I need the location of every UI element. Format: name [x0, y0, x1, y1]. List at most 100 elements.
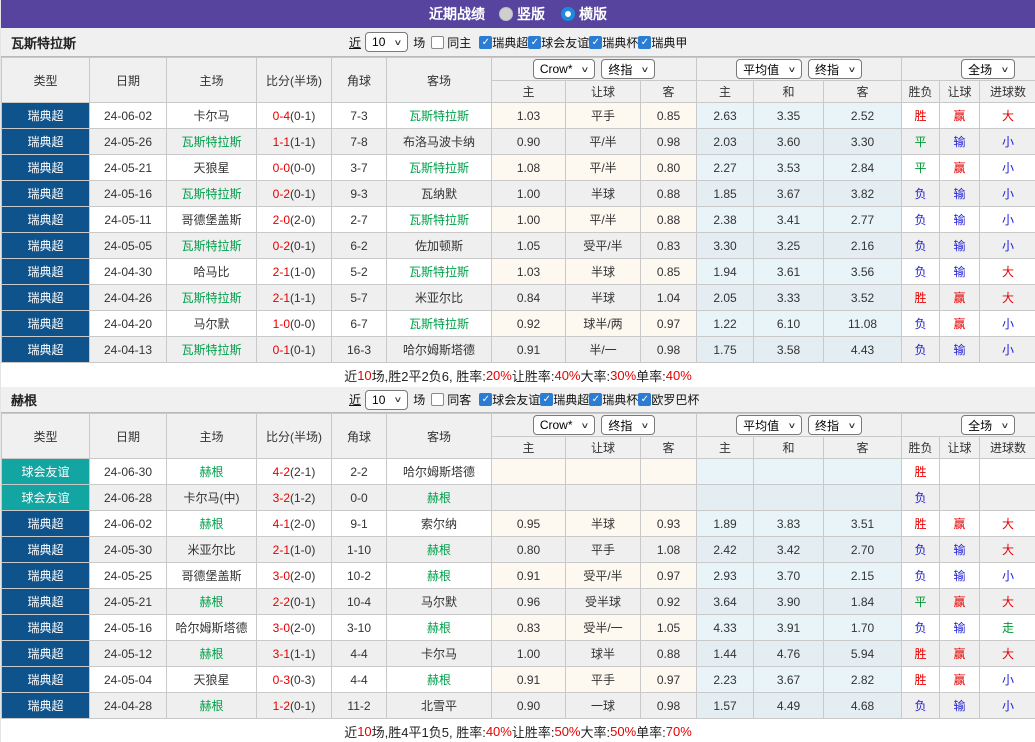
- filter-bar: 近10∨场同客✓球会友谊✓瑞典超✓瑞典杯✓欧罗巴杯: [349, 387, 699, 412]
- group0-select1-value: 终指: [608, 417, 632, 434]
- home-team-name: 瓦斯特拉斯: [181, 135, 241, 149]
- subcol-header: 主: [492, 81, 566, 103]
- avg-odds-cell: 2.84: [824, 155, 902, 181]
- near-games-link[interactable]: 近: [349, 391, 361, 408]
- checkbox-checked-icon[interactable]: ✓: [589, 393, 602, 406]
- league-badge: 瑞典超: [2, 537, 90, 563]
- radio-unselected-icon[interactable]: [499, 7, 513, 21]
- result-cell: 平: [902, 155, 940, 181]
- score-cell: 0-1(0-1): [257, 337, 332, 363]
- crow-odds-cell: 0.97: [641, 563, 697, 589]
- crow-odds-cell: 1.08: [641, 537, 697, 563]
- group1-select1[interactable]: 终指∨: [808, 415, 862, 435]
- checkbox-icon[interactable]: [431, 393, 444, 406]
- odds-group-header: 全场∨: [902, 58, 1035, 81]
- away-team-name: 索尔纳: [421, 517, 457, 531]
- crow-odds-cell: 0.85: [641, 259, 697, 285]
- corners-cell: 4-4: [332, 667, 387, 693]
- home-team: 瓦斯特拉斯: [167, 181, 257, 207]
- checkbox-checked-icon[interactable]: ✓: [638, 393, 651, 406]
- away-team: 瓦斯特拉斯: [387, 259, 492, 285]
- matches-table: 类型日期主场比分(半场)角球客场Crow*∨终指∨平均值∨终指∨全场∨主让球客主…: [1, 413, 1035, 719]
- avg-odds-cell: 1.75: [697, 337, 754, 363]
- corners-cell: 9-3: [332, 181, 387, 207]
- crow-odds-cell: 1.08: [492, 155, 566, 181]
- checkbox-icon[interactable]: [431, 36, 444, 49]
- chevron-down-icon: ∨: [1001, 421, 1010, 430]
- group0-select0[interactable]: Crow*∨: [533, 59, 596, 79]
- checkbox-checked-icon[interactable]: ✓: [479, 393, 492, 406]
- group1-select1[interactable]: 终指∨: [808, 59, 862, 79]
- corners-cell: 3-10: [332, 615, 387, 641]
- section-bar: 赫根 近10∨场同客✓球会友谊✓瑞典超✓瑞典杯✓欧罗巴杯: [1, 387, 1035, 413]
- filter-checkbox-瑞典超[interactable]: ✓瑞典超: [479, 34, 528, 51]
- home-team: 米亚尔比: [167, 537, 257, 563]
- group2-select0[interactable]: 全场 ∨: [961, 415, 1015, 435]
- group0-select1[interactable]: 终指∨: [601, 59, 655, 79]
- home-team-name: 哈马比: [193, 265, 229, 279]
- summary-segment: 单率:: [636, 366, 666, 385]
- checkbox-label: 瑞典杯: [602, 34, 638, 51]
- filter-bar: 近10∨场同主✓瑞典超✓球会友谊✓瑞典杯✓瑞典甲: [349, 28, 687, 56]
- games-count-select[interactable]: 10∨: [365, 32, 408, 52]
- checkbox-checked-icon[interactable]: ✓: [540, 393, 553, 406]
- radio-horizontal-layout[interactable]: 横版: [561, 4, 607, 24]
- checkbox-checked-icon[interactable]: ✓: [528, 36, 541, 49]
- result-cell: 输: [940, 563, 980, 589]
- avg-odds-cell: 2.77: [824, 207, 902, 233]
- group2-select0-value: 全场: [968, 417, 992, 434]
- avg-odds-cell: 3.60: [754, 129, 824, 155]
- crow-odds-cell: 0.91: [492, 337, 566, 363]
- crow-odds-cell: 1.03: [492, 259, 566, 285]
- checkbox-checked-icon[interactable]: ✓: [479, 36, 492, 49]
- group2-select0[interactable]: 全场∨: [961, 59, 1015, 79]
- group1-select0[interactable]: 平均值∨: [736, 415, 802, 435]
- away-team: 赫根: [387, 615, 492, 641]
- filter-checkbox-瑞典杯[interactable]: ✓瑞典杯: [589, 34, 638, 51]
- col-header: 日期: [90, 58, 167, 103]
- match-date: 24-04-13: [90, 337, 167, 363]
- subcol-header: 让球: [566, 437, 641, 459]
- fulltime-score: 3-0: [273, 621, 290, 635]
- games-count-select[interactable]: 10∨: [365, 390, 408, 410]
- avg-odds-cell: 3.64: [697, 589, 754, 615]
- filter-checkbox-瑞典超[interactable]: ✓瑞典超: [540, 391, 589, 408]
- checkbox-checked-icon[interactable]: ✓: [638, 36, 651, 49]
- group0-select0[interactable]: Crow*∨: [533, 415, 596, 435]
- avg-odds-cell: 4.49: [754, 693, 824, 719]
- filter-checkbox-瑞典杯[interactable]: ✓瑞典杯: [589, 391, 638, 408]
- header-row-groups: 类型日期主场比分(半场)角球客场Crow*∨终指∨平均值∨终指∨全场∨: [2, 414, 1035, 437]
- crow-odds-cell: 0.93: [641, 511, 697, 537]
- home-team-name: 赫根: [199, 699, 223, 713]
- crow-odds-cell: 球半/两: [566, 311, 641, 337]
- filter-checkbox-瑞典甲[interactable]: ✓瑞典甲: [638, 34, 687, 51]
- match-date: 24-04-20: [90, 311, 167, 337]
- group1-select0[interactable]: 平均值∨: [736, 59, 802, 79]
- group0-select1[interactable]: 终指∨: [601, 415, 655, 435]
- radio-selected-icon[interactable]: [561, 7, 575, 21]
- filter-checkbox-同主[interactable]: 同主: [431, 34, 471, 51]
- crow-odds-cell: 半球: [566, 285, 641, 311]
- near-games-link[interactable]: 近: [349, 34, 361, 51]
- away-team-name: 哈尔姆斯塔德: [403, 343, 475, 357]
- crow-odds-cell: 平/半: [566, 129, 641, 155]
- match-date: 24-05-30: [90, 537, 167, 563]
- avg-odds-cell: 3.53: [754, 155, 824, 181]
- summary-segment: 20%: [486, 368, 512, 383]
- avg-odds-cell: 4.76: [754, 641, 824, 667]
- filter-checkbox-球会友谊[interactable]: ✓球会友谊: [528, 34, 589, 51]
- filter-checkbox-球会友谊[interactable]: ✓球会友谊: [479, 391, 540, 408]
- away-team: 布洛马波卡纳: [387, 129, 492, 155]
- subcol-header: 主: [492, 437, 566, 459]
- match-row: 球会友谊24-06-28卡尔马(中)3-2(1-2)0-0赫根负: [2, 485, 1035, 511]
- halftime-score: (2-0): [290, 517, 315, 531]
- radio-vertical-layout[interactable]: 竖版: [499, 4, 545, 24]
- halftime-score: (0-1): [290, 187, 315, 201]
- avg-odds-cell: 3.30: [824, 129, 902, 155]
- avg-odds-cell: 2.70: [824, 537, 902, 563]
- crow-odds-cell: 0.88: [641, 641, 697, 667]
- section-team-name: 瓦斯特拉斯: [1, 33, 76, 52]
- checkbox-checked-icon[interactable]: ✓: [589, 36, 602, 49]
- filter-checkbox-同客[interactable]: 同客: [431, 391, 471, 408]
- filter-checkbox-欧罗巴杯[interactable]: ✓欧罗巴杯: [638, 391, 699, 408]
